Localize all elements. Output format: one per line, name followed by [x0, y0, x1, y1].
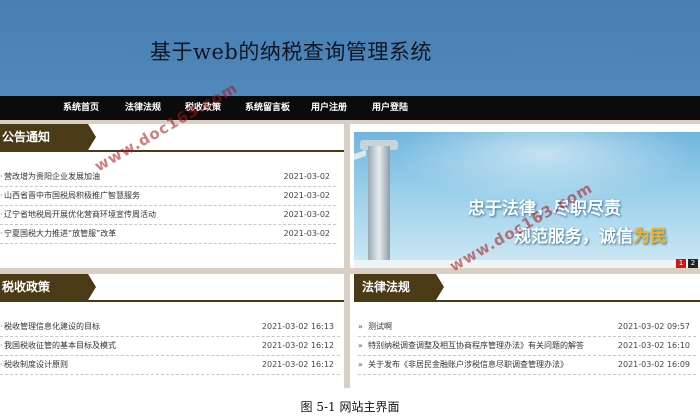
nav-item-tax-policy[interactable]: 税收政策: [185, 96, 221, 120]
bullet-icon: ·: [0, 172, 3, 181]
list-item: · 山西省晋中市国税局积极推广智慧服务 2021-03-02: [0, 187, 336, 206]
list-item: » 测试啊 2021-03-02 09:57: [358, 318, 696, 337]
nav-item-home[interactable]: 系统首页: [63, 96, 99, 120]
notices-panel-header: 公告通知: [0, 124, 344, 152]
slogan-line2-highlight: 为民: [633, 227, 667, 247]
list-item: » 特别纳税调查调整及相互协商程序管理办法》有关问题的解答 2021-03-02…: [358, 337, 696, 356]
notice-title[interactable]: 山西省晋中市国税局积极推广智慧服务: [4, 187, 140, 205]
sky-glow: [394, 132, 694, 202]
nav-item-login[interactable]: 用户登陆: [372, 96, 408, 120]
notice-title[interactable]: 辽宁省地税局开展优化营商环境宣传周活动: [4, 206, 156, 224]
slide-indicator-1[interactable]: 1: [676, 259, 686, 268]
laws-panel-header: 法律法规: [354, 274, 700, 302]
app-screenshot: 基于web的纳税查询管理系统 系统首页 法律法规 税收政策 系统留言板 用户注册…: [0, 0, 700, 388]
bullet-icon: ·: [0, 191, 3, 200]
site-title: 基于web的纳税查询管理系统: [150, 40, 432, 64]
double-chevron-icon: »: [358, 360, 363, 369]
laws-list: » 测试啊 2021-03-02 09:57 » 特别纳税调查调整及相互协商程序…: [358, 318, 696, 375]
tax-policy-panel-header: 税收政策: [0, 274, 344, 302]
bullet-icon: ·: [0, 229, 3, 238]
bullet-icon: ·: [0, 322, 3, 331]
slide-slogan-line2: 规范服务，诚信为民: [514, 222, 667, 247]
policy-date: 2021-03-02 16:12: [261, 360, 334, 369]
notices-list: · 营改增为贵阳企业发展加油 2021-03-02 · 山西省晋中市国税局积极推…: [0, 168, 336, 244]
header-notch: [88, 124, 96, 150]
tax-policy-title-box: 税收政策: [0, 274, 88, 300]
list-item: · 辽宁省地税局开展优化营商环境宣传周活动 2021-03-02: [0, 206, 336, 225]
nav-item-guestbook[interactable]: 系统留言板: [245, 96, 290, 120]
header-notch: [436, 274, 444, 300]
list-item: · 我国税收征管的基本目标及模式 2021-03-02 16:12: [0, 337, 340, 356]
policy-title[interactable]: 我国税收征管的基本目标及模式: [4, 337, 116, 355]
bullet-icon: ·: [0, 360, 3, 369]
slide-footer-strip: [354, 260, 700, 268]
notices-title-box: 公告通知: [0, 124, 88, 150]
double-chevron-icon: »: [358, 341, 363, 350]
pillar-wing: [354, 149, 366, 161]
notice-date: 2021-03-02: [283, 229, 331, 238]
tax-policy-heading: 税收政策: [2, 280, 51, 294]
notice-title[interactable]: 营改增为贵阳企业发展加油: [4, 168, 100, 186]
notice-date: 2021-03-02: [283, 210, 331, 219]
banner-slideshow[interactable]: 忠于法律，尽职尽责 规范服务，诚信为民 1 2: [354, 132, 700, 268]
nav-item-register[interactable]: 用户注册: [311, 96, 347, 120]
notice-date: 2021-03-02: [283, 172, 331, 181]
site-banner: 基于web的纳税查询管理系统: [0, 0, 700, 96]
laws-panel: 法律法规 » 测试啊 2021-03-02 09:57 » 特别纳税调查调整及相…: [350, 274, 700, 388]
nav-item-laws[interactable]: 法律法规: [125, 96, 161, 120]
list-item: · 税收制度设计原则 2021-03-02 16:12: [0, 356, 340, 375]
notices-heading: 公告通知: [2, 130, 51, 144]
law-title[interactable]: 关于发布《非居民金融账户涉税信息尽职调查管理办法》: [368, 356, 568, 374]
list-item: » 关于发布《非居民金融账户涉税信息尽职调查管理办法》 2021-03-02 1…: [358, 356, 696, 375]
list-item: · 营改增为贵阳企业发展加油 2021-03-02: [0, 168, 336, 187]
figure-caption: 图 5-1 网站主界面: [300, 400, 400, 414]
header-notch: [88, 274, 96, 300]
bullet-icon: ·: [0, 341, 3, 350]
law-date: 2021-03-02 16:09: [617, 360, 690, 369]
law-title[interactable]: 特别纳税调查调整及相互协商程序管理办法》有关问题的解答: [368, 337, 584, 355]
policy-title[interactable]: 税收制度设计原则: [4, 356, 68, 374]
slogan-line2-main: 规范服务，诚信: [514, 227, 633, 247]
double-chevron-icon: »: [358, 322, 363, 331]
tax-policy-list: · 税收管理信息化建设的目标 2021-03-02 16:13 · 我国税收征管…: [0, 318, 340, 375]
policy-date: 2021-03-02 16:12: [261, 341, 334, 350]
huabiao-pillar-image: [368, 146, 390, 268]
list-item: · 宁夏国税大力推进“放管服”改革 2021-03-02: [0, 225, 336, 244]
notice-date: 2021-03-02: [283, 191, 331, 200]
laws-heading: 法律法规: [362, 280, 411, 294]
slide-indicator-2[interactable]: 2: [688, 259, 698, 268]
policy-date: 2021-03-02 16:13: [261, 322, 334, 331]
notices-panel: 公告通知 · 营改增为贵阳企业发展加油 2021-03-02 · 山西省晋中市国…: [0, 124, 344, 268]
law-title[interactable]: 测试啊: [368, 318, 392, 336]
law-date: 2021-03-02 09:57: [617, 322, 690, 331]
policy-title[interactable]: 税收管理信息化建设的目标: [4, 318, 100, 336]
bullet-icon: ·: [0, 210, 3, 219]
list-item: · 税收管理信息化建设的目标 2021-03-02 16:13: [0, 318, 340, 337]
main-nav: 系统首页 法律法规 税收政策 系统留言板 用户注册 用户登陆: [0, 96, 700, 120]
notice-title[interactable]: 宁夏国税大力推进“放管服”改革: [4, 225, 116, 243]
laws-title-box: 法律法规: [354, 274, 436, 300]
law-date: 2021-03-02 16:10: [617, 341, 690, 350]
tax-policy-panel: 税收政策 · 税收管理信息化建设的目标 2021-03-02 16:13 · 我…: [0, 274, 344, 388]
slide-slogan-line1: 忠于法律，尽职尽责: [468, 199, 621, 219]
